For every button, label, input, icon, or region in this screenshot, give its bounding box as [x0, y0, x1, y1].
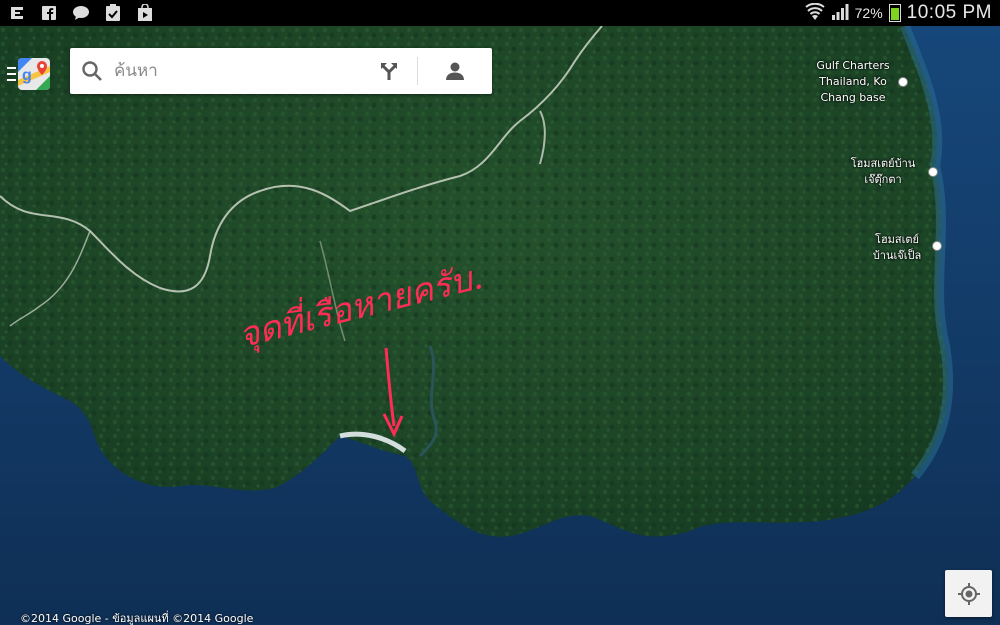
- battery-icon: [888, 4, 901, 22]
- clipboard-check-icon: [104, 4, 122, 22]
- poi-line: บ้านเจ๊เป็ล: [872, 249, 922, 262]
- my-location-button[interactable]: [945, 570, 992, 617]
- search-icon[interactable]: [70, 48, 114, 94]
- crosshair-icon: [957, 582, 980, 605]
- search-bar: [70, 48, 492, 94]
- status-bar: 72% 10:05 PM: [0, 0, 1000, 26]
- account-button[interactable]: [418, 48, 492, 94]
- hamburger-icon: [7, 67, 16, 81]
- signal-icon: [831, 3, 849, 24]
- poi-line: Chang base: [820, 91, 886, 104]
- chat-icon: [72, 4, 90, 22]
- poi-label-homestay-tukta[interactable]: โฮมสเตย์บ้าน เจ๊ตุ๊กตา: [838, 156, 928, 188]
- poi-label-homestay-pel[interactable]: โฮมสเตย์ บ้านเจ๊เป็ล: [862, 232, 932, 264]
- google-maps-logo-icon: g: [18, 58, 50, 90]
- poi-marker[interactable]: [898, 77, 908, 87]
- battery-percent: 72%: [854, 5, 883, 21]
- poi-line: เจ๊ตุ๊กตา: [864, 173, 902, 186]
- poi-marker[interactable]: [932, 241, 942, 251]
- shopping-bag-icon: [136, 4, 154, 22]
- poi-line: โฮมสเตย์: [875, 233, 919, 246]
- account-icon: [446, 62, 464, 80]
- poi-label-gulf-charters[interactable]: Gulf Charters Thailand, Ko Chang base: [806, 58, 900, 106]
- search-input[interactable]: [114, 61, 361, 81]
- clock: 10:05 PM: [906, 2, 992, 23]
- poi-line: Gulf Charters: [816, 59, 890, 72]
- poi-marker[interactable]: [928, 167, 938, 177]
- map-view[interactable]: Gulf Charters Thailand, Ko Chang base โฮ…: [0, 26, 1000, 625]
- satellite-imagery: [0, 26, 1000, 625]
- wifi-icon: [804, 2, 825, 24]
- facebook-icon: [40, 4, 58, 22]
- directions-button[interactable]: [361, 48, 417, 94]
- poi-line: โฮมสเตย์บ้าน: [850, 157, 916, 170]
- poi-line: Thailand, Ko: [819, 75, 887, 88]
- directions-icon: [381, 63, 397, 80]
- svg-text:g: g: [22, 67, 32, 84]
- menu-button[interactable]: g: [7, 56, 59, 92]
- map-copyright: ©2014 Google - ข้อมูลแผนที่ ©2014 Google: [20, 612, 254, 625]
- sync-icon: [8, 4, 26, 22]
